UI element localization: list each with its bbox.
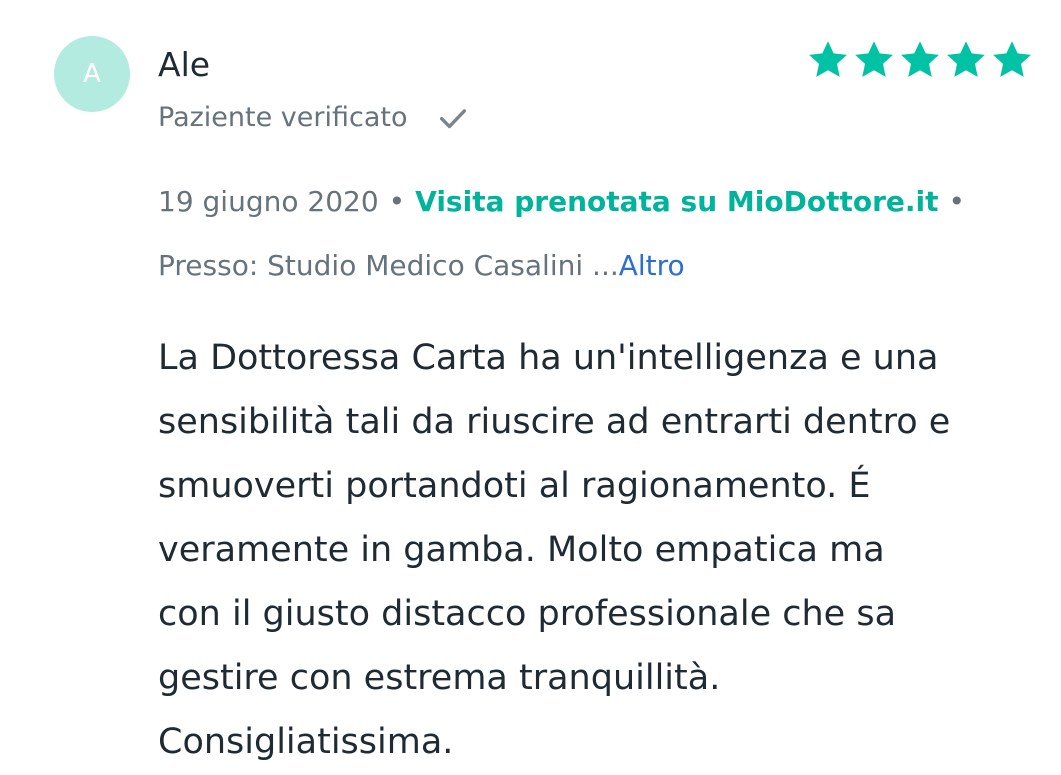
separator-dot: • [388, 185, 406, 218]
review-text-line: veramente in gamba. Molto empatica ma [158, 530, 885, 570]
review-text-line: gestire con estrema tranquillità. [158, 658, 721, 698]
review-text: La Dottoressa Carta ha un'intelligenza e… [158, 326, 1038, 774]
star-rating [806, 38, 1034, 82]
star-icon [947, 41, 985, 77]
star-icon [993, 41, 1031, 77]
review-text-line: smuoverti portandoti al ragionamento. É [158, 466, 871, 506]
review-card: A Ale Paziente verificato 19 giugno 2020… [0, 0, 1061, 775]
star-icon [901, 41, 939, 77]
review-date: 19 giugno 2020 [158, 185, 379, 218]
verified-label: Paziente verificato [158, 102, 408, 133]
booked-label: Visita prenotata su MioDottore.it [415, 185, 939, 218]
more-link[interactable]: Altro [619, 249, 685, 282]
star-icon [809, 41, 847, 77]
star-icon [855, 41, 893, 77]
review-text-line: con il giusto distacco professionale che… [158, 594, 897, 634]
avatar-initial: A [83, 59, 101, 89]
author-name: Ale [158, 45, 211, 84]
location-text: Presso: Studio Medico Casalini ... [158, 249, 619, 282]
review-text-line: Consigliatissima. [158, 722, 454, 762]
review-text-line: La Dottoressa Carta ha un'intelligenza e… [158, 338, 939, 378]
review-meta: 19 giugno 2020 • Visita prenotata su MioDo… [158, 182, 975, 222]
review-text-line: sensibilità tali da riuscire ad entrarti… [158, 402, 951, 442]
location-line: Presso: Studio Medico Casalini ...Altro [158, 246, 685, 286]
avatar: A [54, 36, 130, 112]
verified-badge: Paziente verificato [158, 100, 470, 136]
check-icon [439, 109, 466, 129]
separator-dot: • [948, 185, 966, 218]
